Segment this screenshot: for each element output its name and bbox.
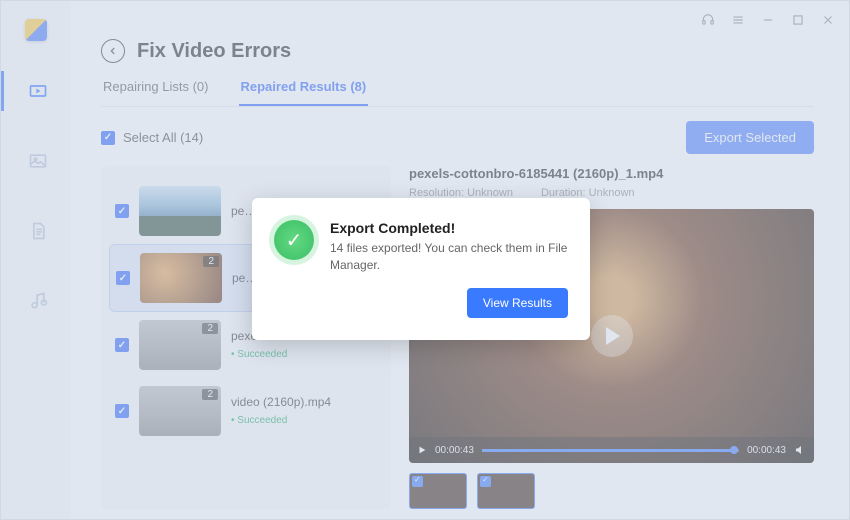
view-results-button[interactable]: View Results — [467, 288, 568, 318]
success-check-icon: ✓ — [274, 220, 314, 260]
modal-title: Export Completed! — [330, 220, 568, 236]
export-complete-dialog: ✓ Export Completed! 14 files exported! Y… — [252, 198, 590, 340]
modal-message: 14 files exported! You can check them in… — [330, 240, 568, 274]
